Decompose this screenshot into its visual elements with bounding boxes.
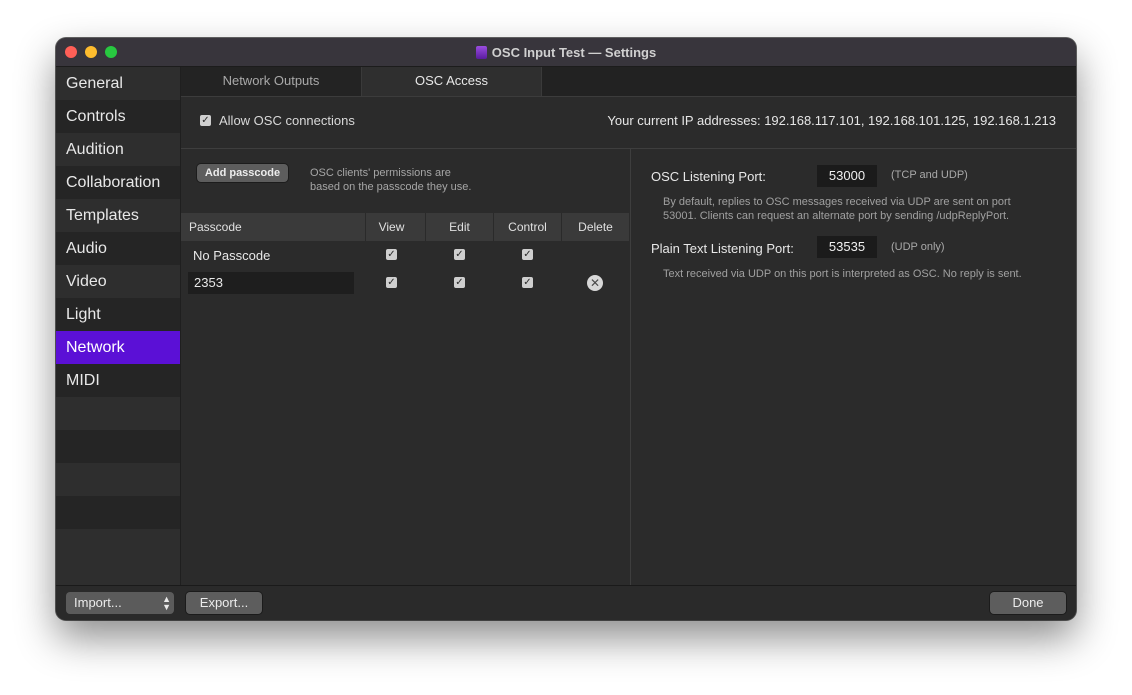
app-icon	[475, 45, 487, 59]
sidebar-item-controls[interactable]: Controls	[56, 100, 180, 133]
zoom-window-button[interactable]	[105, 46, 117, 58]
sidebar-empty-row	[56, 496, 180, 529]
window-controls	[65, 46, 117, 58]
permissions-note-line: OSC clients' permissions are	[310, 167, 451, 179]
sidebar-item-collaboration[interactable]: Collaboration	[56, 166, 180, 199]
view-checkbox[interactable]: ✓	[386, 249, 397, 260]
close-window-button[interactable]	[65, 46, 77, 58]
column-header-control[interactable]: Control	[494, 213, 562, 241]
control-checkbox[interactable]: ✓	[522, 249, 533, 260]
osc-port-hint: (TCP and UDP)	[891, 169, 968, 181]
tab-network-outputs[interactable]: Network Outputs	[181, 67, 362, 96]
settings-window: OSC Input Test — Settings General Contro…	[56, 38, 1076, 620]
plain-text-port-note: Text received via UDP on this port is in…	[663, 268, 1022, 280]
osc-port-note: By default, replies to OSC messages rece…	[663, 195, 1011, 223]
tab-osc-access[interactable]: OSC Access	[362, 67, 542, 96]
table-row: No Passcode ✓ ✓ ✓	[181, 241, 629, 269]
control-checkbox[interactable]: ✓	[522, 277, 533, 288]
sidebar-empty-row	[56, 529, 180, 562]
sidebar-item-video[interactable]: Video	[56, 265, 180, 298]
window-title: OSC Input Test — Settings	[475, 44, 657, 60]
osc-port-field[interactable]: 53000	[817, 165, 877, 187]
sidebar-item-audio[interactable]: Audio	[56, 232, 180, 265]
plain-text-port-field[interactable]: 53535	[817, 236, 877, 258]
delete-passcode-icon[interactable]: ✕	[587, 275, 603, 291]
passcode-table-header: Passcode View Edit Control Delete	[181, 213, 629, 241]
view-checkbox[interactable]: ✓	[386, 277, 397, 288]
passcode-field[interactable]: 2353	[188, 272, 354, 294]
sidebar-empty-row	[56, 430, 180, 463]
allow-osc-checkbox[interactable]: ✓	[200, 115, 211, 126]
sidebar-empty-row	[56, 397, 180, 430]
sidebar-item-midi[interactable]: MIDI	[56, 364, 180, 397]
minimize-window-button[interactable]	[85, 46, 97, 58]
sidebar-item-audition[interactable]: Audition	[56, 133, 180, 166]
edit-checkbox[interactable]: ✓	[454, 277, 465, 288]
import-popup-button[interactable]: Import... ▲ ▼	[66, 592, 174, 614]
done-button[interactable]: Done	[990, 592, 1066, 614]
column-header-passcode[interactable]: Passcode	[181, 213, 366, 241]
permissions-note: OSC clients' permissions are based on th…	[310, 166, 471, 194]
column-header-view[interactable]: View	[358, 213, 426, 241]
osc-port-note-line: 53001. Clients can request an alternate …	[663, 210, 1010, 222]
add-passcode-button[interactable]: Add passcode	[197, 164, 288, 182]
permissions-note-line: based on the passcode they use.	[310, 181, 472, 193]
bottom-bar: Import... ▲ ▼ Export... Done	[56, 585, 1076, 620]
column-header-edit[interactable]: Edit	[426, 213, 494, 241]
sidebar-empty-row	[56, 463, 180, 496]
settings-sidebar: General Controls Audition Collaboration …	[56, 67, 181, 585]
edit-checkbox[interactable]: ✓	[454, 249, 465, 260]
title-bar: OSC Input Test — Settings	[56, 38, 1076, 67]
table-row: 2353 ✓ ✓ ✓ ✕	[181, 269, 629, 297]
passcode-pane: Add passcode OSC clients' permissions ar…	[181, 149, 629, 585]
sidebar-item-templates[interactable]: Templates	[56, 199, 180, 232]
ports-pane: OSC Listening Port: 53000 (TCP and UDP) …	[630, 149, 1076, 585]
plain-text-port-hint: (UDP only)	[891, 241, 945, 253]
allow-osc-row: ✓ Allow OSC connections Your current IP …	[181, 96, 1076, 149]
sidebar-item-network[interactable]: Network	[56, 331, 180, 364]
ip-addresses-text: Your current IP addresses: 192.168.117.1…	[607, 113, 1056, 128]
passcode-cell: No Passcode	[193, 248, 271, 263]
tab-bar: Network Outputs OSC Access	[181, 67, 1076, 97]
import-label: Import...	[74, 595, 122, 610]
export-button[interactable]: Export...	[186, 592, 262, 614]
sidebar-item-light[interactable]: Light	[56, 298, 180, 331]
osc-port-note-line: By default, replies to OSC messages rece…	[663, 196, 1011, 208]
plain-text-port-label: Plain Text Listening Port:	[651, 241, 794, 256]
allow-osc-label: Allow OSC connections	[219, 113, 355, 128]
column-header-delete[interactable]: Delete	[562, 213, 629, 241]
sidebar-item-general[interactable]: General	[56, 67, 180, 100]
osc-port-label: OSC Listening Port:	[651, 169, 766, 184]
settings-content: Network Outputs OSC Access ✓ Allow OSC c…	[181, 67, 1076, 585]
popup-chevrons-icon: ▲ ▼	[162, 594, 171, 612]
window-title-text: OSC Input Test — Settings	[491, 44, 657, 60]
